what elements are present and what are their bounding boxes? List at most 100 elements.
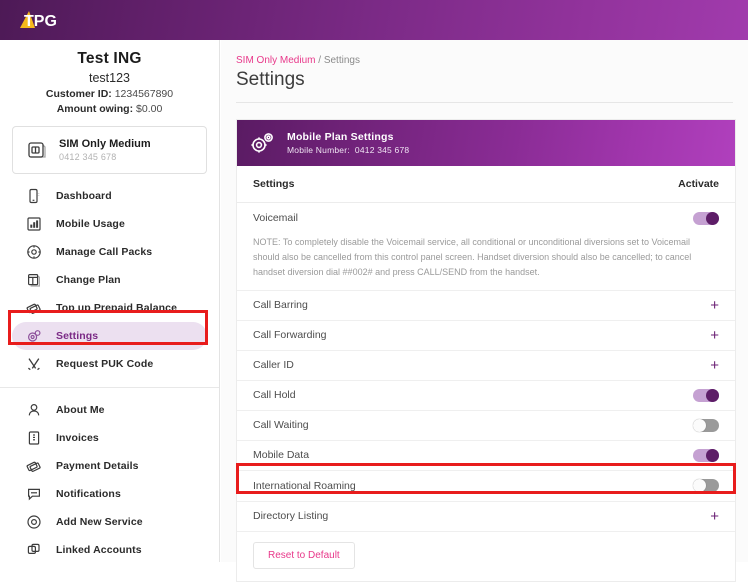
account-username: test123 (0, 71, 219, 85)
setting-label: Directory Listing (253, 510, 328, 522)
customer-id-row: Customer ID: 1234567890 (0, 88, 219, 100)
expand-plus-icon[interactable]: + (710, 328, 719, 343)
setting-label: Mobile Data (253, 449, 309, 461)
column-header-activate: Activate (678, 178, 719, 190)
svg-text:TPG: TPG (24, 13, 57, 30)
breadcrumb: SIM Only Medium / Settings (236, 55, 360, 66)
setting-label: Call Waiting (253, 419, 309, 431)
panel-subtitle: Mobile Number: 0412 345 678 (287, 145, 409, 155)
panel-title: Mobile Plan Settings (287, 131, 409, 143)
amount-owing-label: Amount owing: (57, 103, 133, 115)
amount-owing-value: $0.00 (136, 103, 162, 115)
table-row[interactable]: Call Forwarding + (237, 321, 735, 351)
setting-label: Caller ID (253, 359, 294, 371)
sidebar-item-about-me[interactable]: About Me (12, 396, 207, 424)
panel-footer: Reset to Default (237, 532, 735, 581)
table-row: Call Waiting (237, 411, 735, 441)
sidebar-item-top-up-prepaid-balance[interactable]: Top up Prepaid Balance (12, 294, 207, 322)
sidebar-item-mobile-usage[interactable]: Mobile Usage (12, 210, 207, 238)
sidebar-item-dashboard[interactable]: Dashboard (12, 182, 207, 210)
secondary-nav: About Me Invoices Payment Details (0, 396, 219, 564)
sidebar-item-settings[interactable]: Settings (12, 322, 207, 350)
mobile-data-toggle[interactable] (693, 449, 719, 462)
sidebar-item-label: Linked Accounts (56, 544, 142, 556)
column-header-settings: Settings (253, 178, 294, 190)
panel-header: Mobile Plan Settings Mobile Number: 0412… (237, 120, 735, 166)
table-row: Voicemail (237, 203, 735, 233)
sidebar-item-add-new-service[interactable]: Add New Service (12, 508, 207, 536)
sidebar-item-notifications[interactable]: Notifications (12, 480, 207, 508)
call-packs-icon (24, 243, 43, 262)
primary-nav: Dashboard Mobile Usage (0, 182, 219, 378)
sidebar: Test ING test123 Customer ID: 1234567890… (0, 40, 220, 562)
table-row: Mobile Data (237, 441, 735, 471)
call-waiting-toggle[interactable] (693, 419, 719, 432)
account-summary: Test ING test123 Customer ID: 1234567890… (0, 40, 219, 115)
bar-chart-icon (24, 215, 43, 234)
invoice-icon (24, 429, 43, 448)
customer-id-label: Customer ID: (46, 88, 112, 100)
setting-label: Call Forwarding (253, 329, 327, 341)
user-icon (24, 401, 43, 420)
table-row: Call Hold (237, 381, 735, 411)
setting-label: Call Hold (253, 389, 296, 401)
plan-card-number: 0412 345 678 (59, 152, 151, 162)
table-row: International Roaming (237, 471, 735, 502)
table-row[interactable]: Call Barring + (237, 291, 735, 321)
copy-icon (24, 541, 43, 560)
plus-circle-icon (24, 513, 43, 532)
toggle-knob (706, 449, 719, 462)
sidebar-item-label: Settings (56, 330, 98, 342)
sidebar-item-request-puk-code[interactable]: Request PUK Code (12, 350, 207, 378)
page-title: Settings (236, 69, 305, 91)
table-row[interactable]: Directory Listing + (237, 502, 735, 532)
customer-id-value: 1234567890 (115, 88, 173, 100)
amount-owing-row: Amount owing: $0.00 (0, 103, 219, 115)
sidebar-item-change-plan[interactable]: Change Plan (12, 266, 207, 294)
sidebar-item-payment-details[interactable]: Payment Details (12, 452, 207, 480)
sidebar-item-invoices[interactable]: Invoices (12, 424, 207, 452)
tools-icon (24, 355, 43, 374)
reset-to-default-button[interactable]: Reset to Default (253, 542, 355, 569)
sidebar-item-label: Add New Service (56, 516, 143, 528)
setting-label: Call Barring (253, 299, 308, 311)
app-header-bar: TPG (0, 0, 748, 40)
main-content: SIM Only Medium / Settings Settings Mo (221, 40, 748, 562)
current-plan-card[interactable]: SIM Only Medium 0412 345 678 (12, 126, 207, 174)
settings-column-header: Settings Activate (237, 166, 735, 203)
account-name: Test ING (0, 50, 219, 68)
expand-plus-icon[interactable]: + (710, 358, 719, 373)
voicemail-note-text: NOTE: To completely disable the Voicemai… (253, 235, 719, 280)
toggle-knob (706, 389, 719, 402)
call-hold-toggle[interactable] (693, 389, 719, 402)
sidebar-item-label: Request PUK Code (56, 358, 153, 370)
toggle-knob (706, 212, 719, 225)
calendar-icon (24, 271, 43, 290)
mobile-number-value: 0412 345 678 (355, 145, 409, 155)
breadcrumb-separator: / (318, 55, 321, 66)
tpg-logo[interactable]: TPG (18, 9, 76, 31)
table-row[interactable]: Caller ID + (237, 351, 735, 381)
toggle-knob (693, 479, 706, 492)
cards-stack-icon (24, 457, 43, 476)
sidebar-item-label: Notifications (56, 488, 121, 500)
sidebar-item-linked-accounts[interactable]: Linked Accounts (12, 536, 207, 564)
voicemail-toggle[interactable] (693, 212, 719, 225)
sidebar-divider (0, 387, 219, 388)
sidebar-item-label: Top up Prepaid Balance (56, 302, 177, 314)
international-roaming-toggle[interactable] (693, 479, 719, 492)
breadcrumb-current: Settings (324, 55, 360, 66)
sidebar-item-label: Manage Call Packs (56, 246, 152, 258)
mobile-phone-icon (24, 187, 43, 206)
breadcrumb-link[interactable]: SIM Only Medium (236, 55, 315, 66)
gears-icon (248, 129, 278, 157)
setting-label: Voicemail (253, 212, 298, 224)
voicemail-note: NOTE: To completely disable the Voicemai… (237, 233, 735, 291)
sidebar-item-label: Mobile Usage (56, 218, 125, 230)
expand-plus-icon[interactable]: + (710, 509, 719, 524)
title-divider (236, 102, 733, 103)
setting-label: International Roaming (253, 480, 356, 492)
toggle-knob (693, 419, 706, 432)
sidebar-item-manage-call-packs[interactable]: Manage Call Packs (12, 238, 207, 266)
expand-plus-icon[interactable]: + (710, 298, 719, 313)
